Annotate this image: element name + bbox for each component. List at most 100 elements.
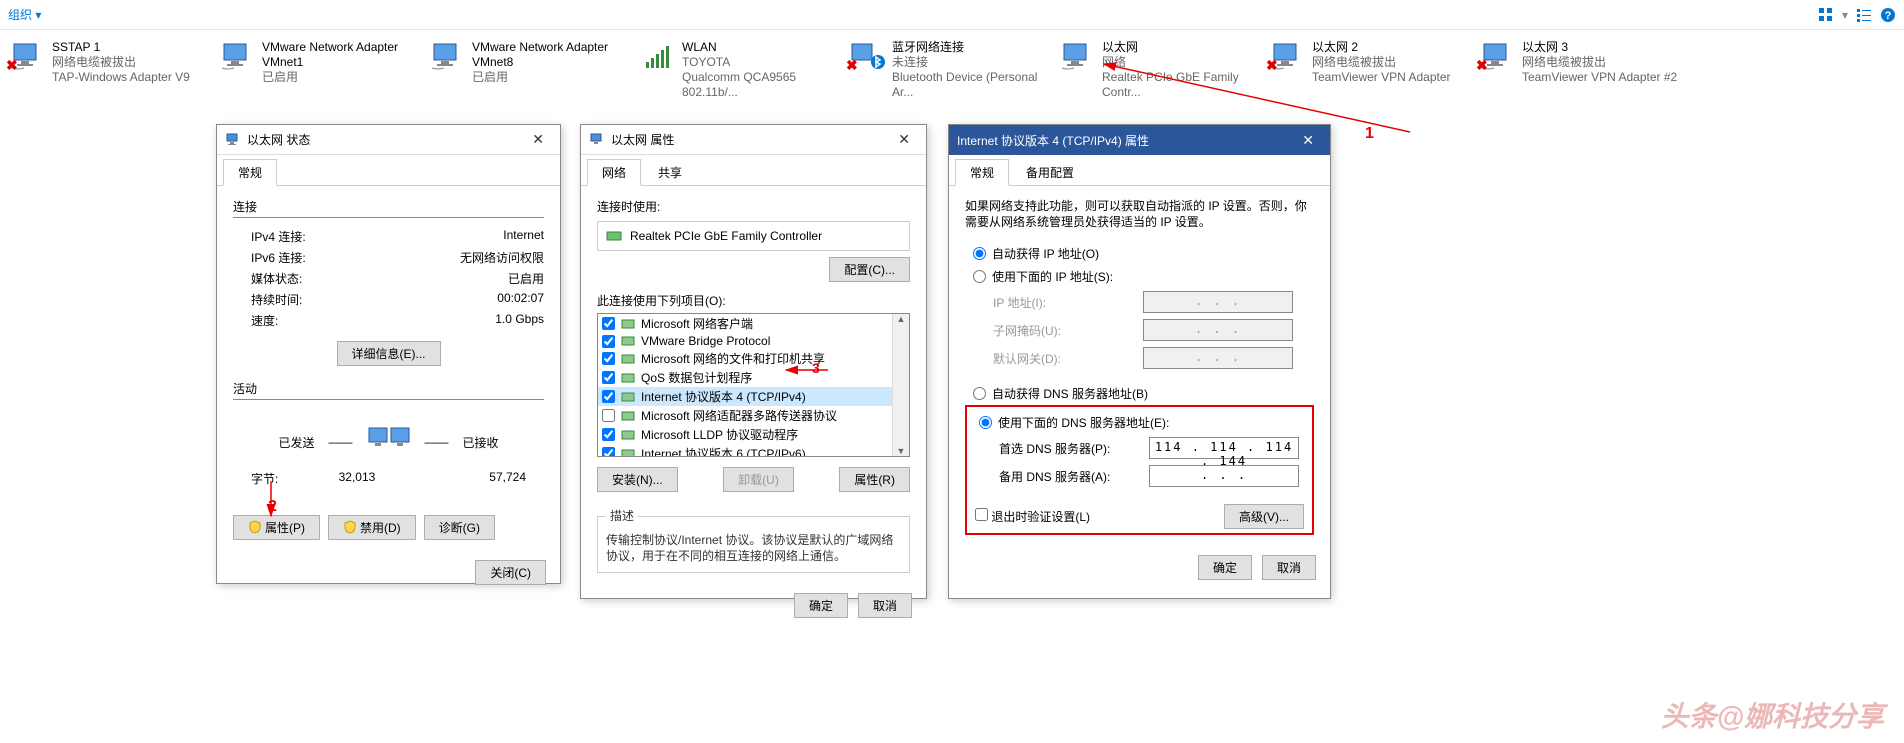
adapter-name-box: Realtek PCIe GbE Family Controller — [597, 221, 910, 251]
protocol-checkbox[interactable] — [602, 352, 615, 365]
protocol-list[interactable]: ▲▼ Microsoft 网络客户端VMware Bridge Protocol… — [597, 313, 910, 457]
disconnected-icon: ✖ — [846, 57, 858, 74]
protocol-item[interactable]: Microsoft 网络的文件和打印机共享 — [598, 349, 909, 368]
monitors-icon — [367, 424, 411, 460]
adapter-2[interactable]: VMware Network Adapter VMnet8已启用 — [424, 36, 634, 104]
close-icon[interactable]: ✕ — [1294, 130, 1322, 151]
ip-input[interactable]: . . . — [1143, 291, 1293, 313]
manual-ip-radio[interactable] — [973, 270, 986, 283]
diagnose-button[interactable]: 诊断(G) — [424, 515, 495, 540]
tab-alternate[interactable]: 备用配置 — [1011, 159, 1089, 185]
protocol-item[interactable]: QoS 数据包计划程序 — [598, 368, 909, 387]
adapter-desc: Bluetooth Device (Personal Ar... — [892, 70, 1048, 100]
install-button[interactable]: 安装(N)... — [597, 467, 678, 492]
protocol-label: Internet 协议版本 6 (TCP/IPv6) — [641, 445, 806, 457]
adapter-3[interactable]: WLANTOYOTAQualcomm QCA9565 802.11b/... — [634, 36, 844, 104]
adapter-desc: Qualcomm QCA9565 802.11b/... — [682, 70, 838, 100]
details-button[interactable]: 详细信息(E)... — [337, 341, 441, 366]
adapter-desc: TAP-Windows Adapter V9 — [52, 70, 190, 85]
dns-highlight-box: 使用下面的 DNS 服务器地址(E): 首选 DNS 服务器(P):114 . … — [965, 405, 1314, 535]
protocol-checkbox[interactable] — [602, 428, 615, 441]
advanced-button[interactable]: 高级(V)... — [1224, 504, 1304, 529]
adapter-icon — [430, 40, 466, 72]
ok-button[interactable]: 确定 — [794, 593, 848, 618]
protocol-item[interactable]: Internet 协议版本 6 (TCP/IPv6) — [598, 444, 909, 457]
auto-dns-radio[interactable] — [973, 387, 986, 400]
ethernet-properties-dialog: 以太网 属性 ✕ 网络 共享 连接时使用: Realtek PCIe GbE F… — [580, 124, 927, 599]
toolbar: 组织 ▾ ▾ ? — [0, 0, 1904, 30]
watermark: 头条@娜科技分享 — [1661, 695, 1884, 735]
protocol-label: Microsoft 网络客户端 — [641, 315, 753, 332]
properties-button[interactable]: 属性(P) — [233, 515, 320, 540]
tab-network[interactable]: 网络 — [587, 159, 641, 186]
adapter-1[interactable]: VMware Network Adapter VMnet1已启用 — [214, 36, 424, 104]
title-bar: 以太网 属性 ✕ — [581, 125, 926, 155]
disable-button[interactable]: 禁用(D) — [328, 515, 416, 540]
organize-menu[interactable]: 组织 ▾ — [8, 6, 41, 23]
adapter-status: 网络电缆被拔出 — [1312, 55, 1451, 70]
mask-input[interactable]: . . . — [1143, 319, 1293, 341]
tab-general[interactable]: 常规 — [955, 159, 1009, 186]
ok-button[interactable]: 确定 — [1198, 555, 1252, 580]
configure-button[interactable]: 配置(C)... — [829, 257, 910, 282]
protocol-item[interactable]: Internet 协议版本 4 (TCP/IPv4) — [598, 387, 909, 406]
dialog-title: Internet 协议版本 4 (TCP/IPv4) 属性 — [957, 132, 1149, 149]
auto-ip-radio[interactable] — [973, 247, 986, 260]
svg-text:?: ? — [1885, 10, 1892, 22]
adapter-5[interactable]: 以太网网络Realtek PCIe GbE Family Contr... — [1054, 36, 1264, 104]
validate-checkbox-label[interactable]: 退出时验证设置(L) — [975, 508, 1090, 525]
protocol-label: Internet 协议版本 4 (TCP/IPv4) — [641, 388, 806, 405]
uninstall-button[interactable]: 卸载(U) — [723, 467, 794, 492]
protocol-item[interactable]: Microsoft 网络客户端 — [598, 314, 909, 333]
protocol-checkbox[interactable] — [602, 409, 615, 422]
validate-checkbox[interactable] — [975, 508, 988, 521]
protocol-label: Microsoft 网络的文件和打印机共享 — [641, 350, 825, 367]
protocol-icon — [621, 371, 635, 385]
title-bar: Internet 协议版本 4 (TCP/IPv4) 属性 ✕ — [949, 125, 1330, 155]
view-details-icon[interactable] — [1856, 7, 1872, 23]
protocol-label: Microsoft LLDP 协议驱动程序 — [641, 426, 798, 443]
disconnected-icon: ✖ — [1266, 57, 1278, 74]
protocol-checkbox[interactable] — [602, 447, 615, 457]
protocol-checkbox[interactable] — [602, 317, 615, 330]
close-button[interactable]: 关闭(C) — [475, 560, 546, 585]
adapter-0[interactable]: ✖ SSTAP 1网络电缆被拔出TAP-Windows Adapter V9 — [4, 36, 214, 104]
close-icon[interactable]: ✕ — [890, 129, 918, 150]
protocol-checkbox[interactable] — [602, 390, 615, 403]
adapter-name: 蓝牙网络连接 — [892, 40, 1048, 55]
connection-header: 连接 — [233, 198, 544, 218]
tab-general[interactable]: 常规 — [223, 159, 277, 186]
protocol-icon — [621, 447, 635, 458]
alternate-dns-input[interactable]: . . . — [1149, 465, 1299, 487]
adapter-4[interactable]: ✖蓝牙网络连接未连接Bluetooth Device (Personal Ar.… — [844, 36, 1054, 104]
adapter-icon — [220, 40, 256, 72]
preferred-dns-input[interactable]: 114 . 114 . 114 . 144 — [1149, 437, 1299, 459]
cancel-button[interactable]: 取消 — [858, 593, 912, 618]
manual-dns-radio[interactable] — [979, 416, 992, 429]
adapter-icon: ✖ — [10, 40, 46, 72]
protocol-icon — [621, 390, 635, 404]
adapter-status: 网络电缆被拔出 — [52, 55, 190, 70]
view-large-icon[interactable] — [1818, 7, 1834, 23]
cancel-button[interactable]: 取消 — [1262, 555, 1316, 580]
protocol-item[interactable]: VMware Bridge Protocol — [598, 333, 909, 349]
protocol-item[interactable]: Microsoft LLDP 协议驱动程序 — [598, 425, 909, 444]
adapter-icon: ✖ — [850, 40, 886, 72]
protocol-checkbox[interactable] — [602, 371, 615, 384]
adapter-desc: TeamViewer VPN Adapter — [1312, 70, 1451, 85]
scrollbar[interactable]: ▲▼ — [892, 314, 909, 456]
help-icon[interactable]: ? — [1880, 7, 1896, 23]
protocol-checkbox[interactable] — [602, 335, 615, 348]
gateway-input[interactable]: . . . — [1143, 347, 1293, 369]
adapter-7[interactable]: ✖以太网 3网络电缆被拔出TeamViewer VPN Adapter #2 — [1474, 36, 1684, 104]
tab-sharing[interactable]: 共享 — [643, 159, 697, 185]
close-icon[interactable]: ✕ — [524, 129, 552, 150]
annotation-3: 3 — [812, 360, 820, 376]
adapter-name: SSTAP 1 — [52, 40, 190, 55]
item-properties-button[interactable]: 属性(R) — [839, 467, 910, 492]
adapter-icon: ✖ — [1480, 40, 1516, 72]
adapter-name: VMware Network Adapter VMnet1 — [262, 40, 418, 70]
network-icon — [589, 132, 605, 148]
protocol-item[interactable]: Microsoft 网络适配器多路传送器协议 — [598, 406, 909, 425]
adapter-6[interactable]: ✖以太网 2网络电缆被拔出TeamViewer VPN Adapter — [1264, 36, 1474, 104]
